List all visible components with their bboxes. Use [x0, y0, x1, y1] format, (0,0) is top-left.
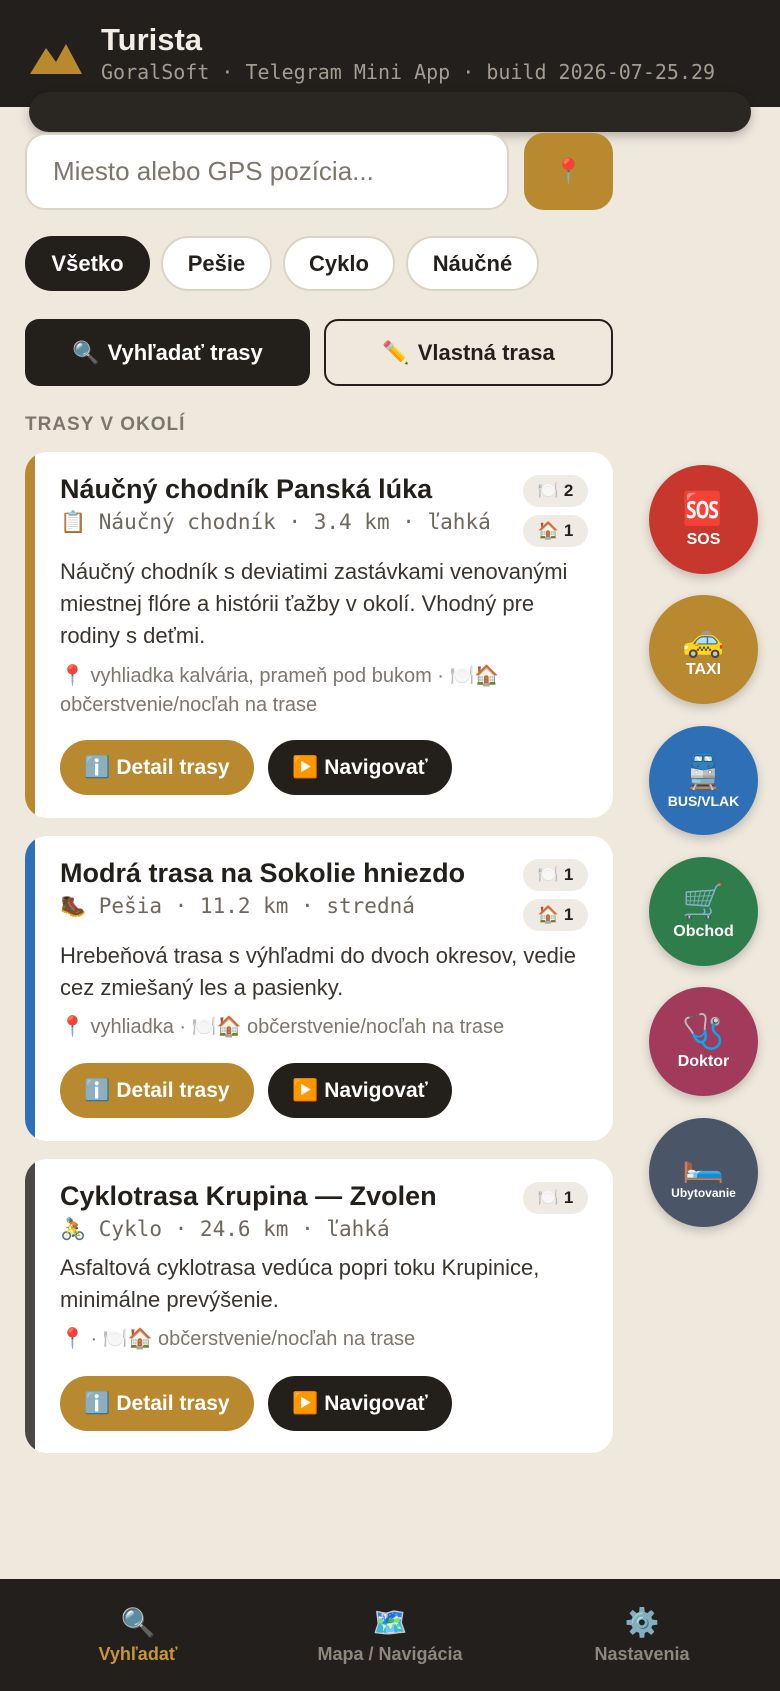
- bed-icon: 🛏️: [682, 1145, 725, 1184]
- app-subtitle: GoralSoft · Telegram Mini App · build 20…: [101, 60, 716, 84]
- route-detail-label: ℹ️ Detail trasy: [84, 755, 230, 779]
- house-icon: 🏠: [537, 905, 559, 924]
- route-accent-bar: [25, 836, 35, 1141]
- route-title: Cyklotrasa Krupina — Zvolen: [60, 1181, 437, 1211]
- food-badge: 🍽️ 2: [523, 475, 588, 507]
- filter-chip-cycling[interactable]: Cyklo: [283, 236, 395, 291]
- nav-item-label: Mapa / Navigácia: [317, 1643, 463, 1664]
- route-meta: 📋 Náučný chodník · 3.4 km · ľahká: [60, 510, 491, 534]
- route-poi: 📍 vyhliadka kalvária, prameň pod bukom ·…: [60, 665, 500, 716]
- mountain-logo-icon: [30, 44, 82, 74]
- nav-item-settings[interactable]: ⚙️ Nastavenia: [512, 1579, 772, 1691]
- route-poi: 📍 vyhliadka · 🍽️🏠 občerstvenie/nocľah na…: [60, 1016, 505, 1038]
- route-navigate-button[interactable]: ▶️ Navigovať: [268, 1063, 452, 1118]
- app-title: Turista: [101, 22, 203, 57]
- food-badge: 🍽️ 1: [523, 859, 588, 891]
- route-card: Cyklotrasa Krupina — Zvolen 🚴 Cyklo · 24…: [25, 1159, 613, 1453]
- route-meta: 🚴 Cyklo · 24.6 km · ľahká: [60, 1217, 390, 1241]
- search-routes-label: Vyhľadať trasy: [107, 339, 263, 365]
- house-icon: 🏠: [537, 521, 559, 540]
- app-header: Turista GoralSoft · Telegram Mini App · …: [0, 0, 780, 107]
- map-icon: 🗺️: [372, 1606, 408, 1638]
- search-icon: 🔍: [120, 1606, 156, 1638]
- search-routes-button[interactable]: 🔍 Vyhľadať trasy: [25, 319, 310, 386]
- fab-label: TAXI: [685, 660, 722, 678]
- route-card: Modrá trasa na Sokolie hniezdo 🥾 Pešia ·…: [25, 836, 613, 1141]
- lodging-count: 1: [563, 521, 574, 540]
- route-detail-label: ℹ️ Detail trasy: [84, 1391, 230, 1415]
- route-description: Asfaltová cyklotrasa vedúca popri toku K…: [60, 1255, 540, 1312]
- taxi-icon: 🚕: [682, 620, 725, 659]
- route-accent-bar: [25, 452, 35, 818]
- sos-icon: 🆘: [682, 490, 725, 529]
- doctor-button[interactable]: 🩺 Doktor: [649, 987, 758, 1096]
- route-title: Náučný chodník Panská lúka: [60, 474, 433, 504]
- route-navigate-button[interactable]: ▶️ Navigovať: [268, 740, 452, 795]
- food-badge: 🍽️ 1: [523, 1182, 588, 1214]
- lodging-badge: 🏠 1: [523, 515, 588, 547]
- route-accent-bar: [25, 1159, 35, 1453]
- nav-item-map[interactable]: 🗺️ Mapa / Navigácia: [260, 1579, 520, 1691]
- header-overlay-bar: [29, 92, 751, 132]
- gps-location-button[interactable]: 📍: [524, 133, 613, 210]
- stethoscope-icon: 🩺: [682, 1012, 725, 1051]
- food-icon: 🍽️: [537, 865, 559, 884]
- filter-chip-hiking[interactable]: Pešie: [161, 236, 272, 291]
- filter-chip-educational[interactable]: Náučné: [406, 236, 539, 291]
- route-detail-button[interactable]: ℹ️ Detail trasy: [60, 740, 254, 795]
- filter-chip-label: Všetko: [51, 250, 124, 276]
- route-poi: 📍 · 🍽️🏠 občerstvenie/nocľah na trase: [60, 1328, 416, 1350]
- filter-chip-label: Cyklo: [309, 250, 369, 276]
- food-icon: 🍽️: [537, 481, 559, 500]
- route-meta: 🥾 Pešia · 11.2 km · stredná: [60, 894, 415, 918]
- lodging-count: 1: [563, 905, 574, 924]
- route-detail-label: ℹ️ Detail trasy: [84, 1078, 230, 1102]
- search-placeholder: Miesto alebo GPS pozícia...: [53, 156, 374, 186]
- route-description: Hrebeňová trasa s výhľadmi do dvoch okre…: [60, 943, 576, 1000]
- gear-icon: ⚙️: [624, 1606, 660, 1638]
- route-navigate-button[interactable]: ▶️ Navigovať: [268, 1376, 452, 1431]
- taxi-button[interactable]: 🚕 TAXI: [649, 595, 758, 704]
- fab-label: Obchod: [673, 922, 734, 940]
- route-detail-button[interactable]: ℹ️ Detail trasy: [60, 1376, 254, 1431]
- nav-item-label: Nastavenia: [594, 1643, 690, 1664]
- lodging-badge: 🏠 1: [523, 899, 588, 931]
- route-description: Náučný chodník s deviatimi zastávkami ve…: [60, 559, 568, 648]
- custom-route-label: Vlastná trasa: [417, 339, 555, 365]
- route-navigate-label: ▶️ Navigovať: [292, 1078, 428, 1102]
- filter-chip-label: Náučné: [432, 250, 513, 276]
- route-navigate-label: ▶️ Navigovať: [292, 755, 428, 779]
- food-icon: 🍽️: [537, 1188, 559, 1207]
- route-title: Modrá trasa na Sokolie hniezdo: [60, 858, 466, 888]
- pencil-icon: ✏️: [382, 339, 410, 365]
- fab-label: SOS: [686, 530, 721, 548]
- bus-train-button[interactable]: 🚆 BUS/VLAK: [649, 726, 758, 835]
- cart-icon: 🛒: [682, 882, 725, 921]
- route-detail-button[interactable]: ℹ️ Detail trasy: [60, 1063, 254, 1118]
- filter-chip-label: Pešie: [187, 250, 246, 276]
- section-title: TRASY V OKOLÍ: [25, 414, 186, 435]
- search-icon: 🔍: [72, 339, 100, 365]
- food-count: 2: [563, 481, 574, 500]
- bottom-nav: 🔍 Vyhľadať 🗺️ Mapa / Navigácia ⚙️ Nastav…: [0, 1579, 780, 1691]
- custom-route-button[interactable]: ✏️ Vlastná trasa: [324, 319, 613, 386]
- fab-label: Doktor: [677, 1052, 730, 1070]
- food-count: 1: [563, 865, 574, 884]
- route-card: Náučný chodník Panská lúka 📋 Náučný chod…: [25, 452, 613, 818]
- location-search-input[interactable]: Miesto alebo GPS pozícia...: [25, 133, 509, 210]
- food-count: 1: [563, 1188, 574, 1207]
- pin-icon: 📍: [553, 158, 584, 185]
- shop-button[interactable]: 🛒 Obchod: [649, 857, 758, 966]
- fab-label: BUS/VLAK: [667, 792, 740, 809]
- sos-button[interactable]: 🆘 SOS: [649, 465, 758, 574]
- nav-item-search[interactable]: 🔍 Vyhľadať: [8, 1579, 268, 1691]
- route-navigate-label: ▶️ Navigovať: [292, 1391, 428, 1415]
- train-icon: 🚆: [682, 752, 725, 791]
- fab-label: Ubytovanie: [671, 1185, 736, 1200]
- filter-chip-all[interactable]: Všetko: [25, 236, 150, 291]
- nav-item-label: Vyhľadať: [98, 1643, 178, 1664]
- accommodation-button[interactable]: 🛏️ Ubytovanie: [649, 1118, 758, 1227]
